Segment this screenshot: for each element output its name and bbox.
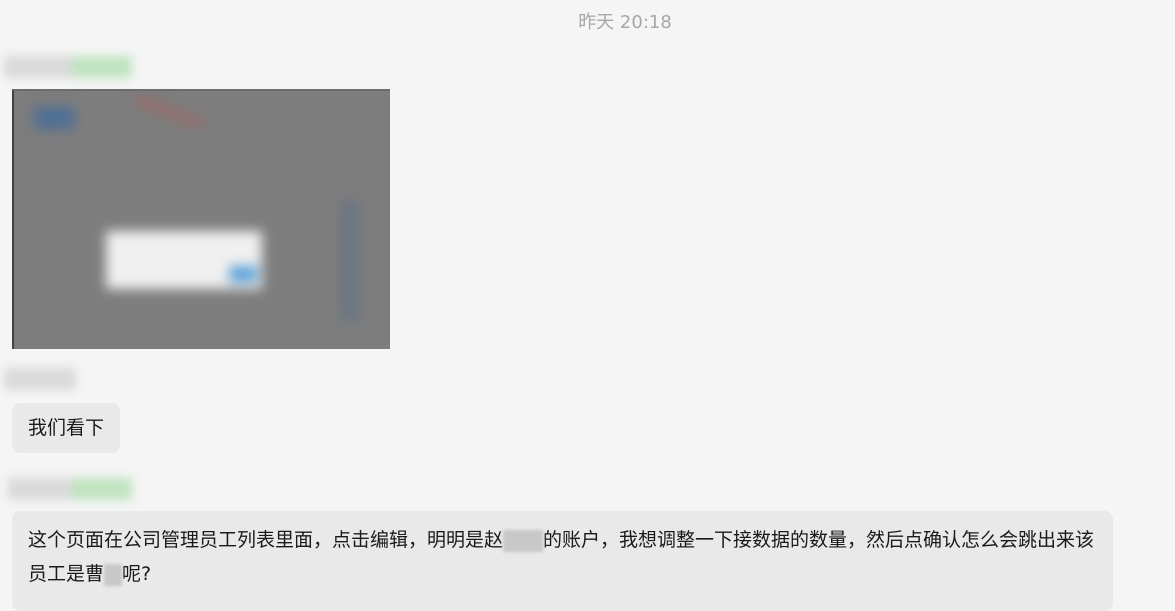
- chat-timestamp: 昨天 20:18: [578, 12, 672, 33]
- message-bubble[interactable]: 这个页面在公司管理员工列表里面，点击编辑，明明是赵 的账户，我想调整一下接数据的数…: [12, 511, 1113, 611]
- message-text-part: 呢?: [122, 563, 152, 585]
- message-text: 我们看下: [28, 417, 105, 439]
- redacted-name: [104, 563, 123, 586]
- redacted-name: [503, 529, 544, 552]
- sender-name-redacted: [4, 368, 76, 390]
- message-bubble[interactable]: 我们看下: [12, 403, 121, 453]
- image-message[interactable]: [12, 89, 390, 349]
- sender-name-redacted: [4, 56, 136, 78]
- blurred-screenshot-image: [14, 91, 390, 349]
- message-text-part: 这个页面在公司管理员工列表里面，点击编辑，明明是赵: [28, 529, 504, 551]
- sender-name-redacted: [8, 478, 136, 500]
